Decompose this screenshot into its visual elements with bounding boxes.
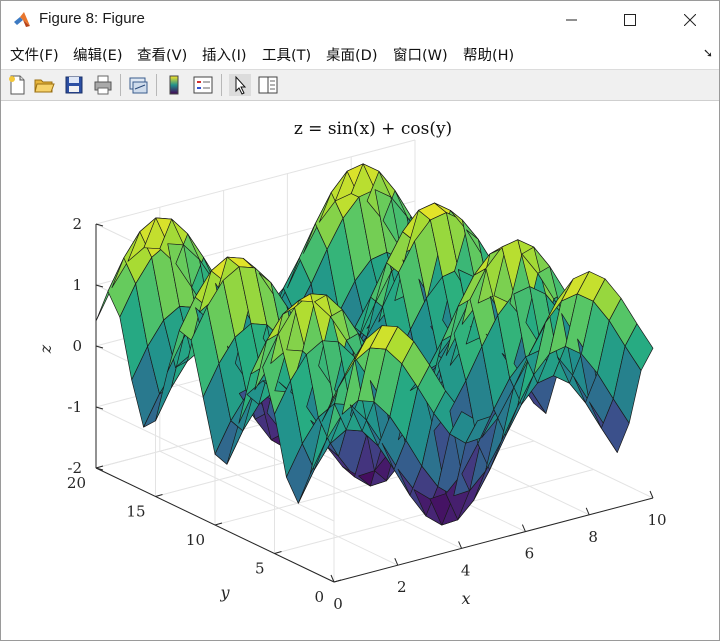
- z-tick-label: -1: [67, 398, 82, 416]
- new-figure-button[interactable]: [6, 74, 28, 96]
- maximize-icon: [624, 14, 636, 26]
- close-button[interactable]: [661, 1, 719, 39]
- toolbar-separator: [221, 74, 222, 96]
- y-tick-label: 15: [126, 503, 145, 521]
- toolbar-separator: [120, 74, 121, 96]
- x-axis-label: x: [461, 589, 470, 608]
- menu-bar: 文件(F) 编辑(E) 查看(V) 插入(I) 工具(T) 桌面(D) 窗口(W…: [1, 39, 719, 70]
- surface-plot[interactable]: 024681005101520-2-1012 z = sin(x) + cos(…: [1, 101, 719, 640]
- y-tick-mark: [333, 579, 342, 583]
- x-tick-label: 8: [588, 528, 598, 546]
- x-tick-label: 0: [333, 595, 343, 613]
- menu-file[interactable]: 文件(F): [10, 44, 59, 65]
- plot-title: z = sin(x) + cos(y): [294, 119, 452, 139]
- menu-insert[interactable]: 插入(I): [202, 44, 247, 65]
- y-tick-mark: [155, 494, 163, 497]
- title-bar: Figure 8: Figure: [1, 1, 719, 39]
- open-folder-icon: [34, 79, 55, 93]
- y-axis-label: y: [219, 583, 230, 602]
- surface-mesh: [95, 163, 654, 526]
- x-tick-label: 4: [461, 561, 471, 579]
- maximize-button[interactable]: [601, 1, 659, 39]
- matlab-logo-icon: [14, 12, 30, 27]
- y-tick-mark: [274, 551, 282, 554]
- y-tick-label: 5: [255, 560, 265, 578]
- minimize-icon: [566, 19, 577, 21]
- x-tick-label: 6: [525, 545, 535, 563]
- print-figure-button[interactable]: [92, 74, 114, 96]
- figure-window: Figure 8: Figure 文件(F) 编辑(E) 查看(V) 插入(I)…: [0, 0, 720, 641]
- z-tick-label: 0: [72, 337, 82, 355]
- x-tick-label: 10: [647, 511, 666, 529]
- z-axis-label: z: [36, 344, 55, 354]
- menu-help[interactable]: 帮助(H): [463, 44, 514, 65]
- z-tick-label: 1: [72, 276, 82, 294]
- insert-legend-button[interactable]: [192, 74, 214, 96]
- insert-colorbar-button[interactable]: [163, 74, 185, 96]
- new-file-icon: [9, 75, 25, 95]
- link-plot-icon: [129, 77, 148, 94]
- y-tick-label: 10: [186, 531, 205, 549]
- x-tick-label: 2: [397, 578, 407, 596]
- colorbar-icon: [169, 75, 179, 95]
- menu-window[interactable]: 窗口(W): [393, 44, 448, 65]
- menu-edit[interactable]: 编辑(E): [73, 44, 122, 65]
- y-tick-mark: [95, 465, 104, 469]
- window-title: Figure 8: Figure: [39, 10, 145, 27]
- save-figure-button[interactable]: [63, 74, 85, 96]
- minimize-button[interactable]: [543, 1, 601, 39]
- pointer-arrow-icon: [235, 75, 247, 95]
- edit-plot-button[interactable]: [229, 74, 251, 96]
- menu-tools[interactable]: 工具(T): [262, 44, 311, 65]
- legend-icon: [193, 76, 213, 94]
- printer-icon: [94, 75, 112, 95]
- property-panel-icon: [258, 76, 278, 94]
- z-tick-label: 2: [72, 215, 82, 233]
- y-tick-mark: [214, 522, 223, 526]
- figure-toolbar: [1, 70, 719, 101]
- link-plot-button[interactable]: [127, 74, 149, 96]
- toolbar-separator: [156, 74, 157, 96]
- z-tick-label: -2: [67, 459, 82, 477]
- menu-desktop[interactable]: 桌面(D): [326, 44, 377, 65]
- save-disk-icon: [65, 76, 83, 94]
- menu-view[interactable]: 查看(V): [137, 44, 187, 65]
- open-file-button[interactable]: [33, 74, 55, 96]
- property-inspector-button[interactable]: [257, 74, 279, 96]
- figure-canvas[interactable]: 0 2 4 6 8 10 0 5 10 15 20 -2 -1 0 1 2 z = sin(x) + cos(…: [1, 101, 719, 640]
- y-tick-label: 0: [314, 588, 324, 606]
- dock-arrow-icon[interactable]: ➘: [703, 46, 713, 60]
- close-icon: [684, 14, 696, 26]
